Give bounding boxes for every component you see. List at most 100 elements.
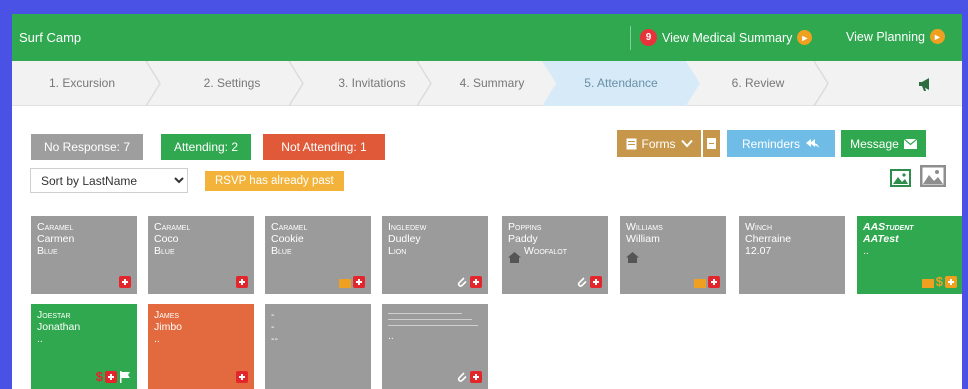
image-icon[interactable] bbox=[920, 165, 946, 187]
envelope-icon bbox=[694, 279, 706, 288]
envelope-icon bbox=[339, 279, 351, 288]
paperclip-icon bbox=[457, 372, 467, 382]
card-group: Woofalot bbox=[524, 245, 567, 257]
megaphone-icon[interactable] bbox=[916, 74, 936, 94]
card-last-name: Joestar bbox=[37, 309, 71, 321]
card-note: .. bbox=[388, 330, 394, 342]
student-card-not-attending[interactable]: James Jimbo .. bbox=[148, 304, 254, 389]
home-icon bbox=[508, 252, 521, 263]
card-last-name: Caramel bbox=[271, 221, 308, 233]
view-planning-link[interactable]: View Planning ► bbox=[846, 29, 945, 44]
student-card-attending[interactable]: AAStudent AATest .. $ bbox=[857, 216, 962, 294]
medical-kit-icon bbox=[945, 276, 957, 288]
flag-icon bbox=[120, 371, 130, 383]
planning-label: View Planning bbox=[846, 29, 925, 44]
student-card[interactable]: Williams William bbox=[620, 216, 726, 294]
top-header: Surf Camp 9 View Medical Summary ► View … bbox=[12, 14, 962, 61]
step-attendance-active[interactable]: 5. Attendance bbox=[542, 61, 700, 106]
card-first-name: AATest bbox=[863, 233, 899, 245]
card-group: Blue bbox=[154, 245, 175, 257]
student-card[interactable]: .. bbox=[382, 304, 488, 389]
view-medical-summary-link[interactable]: 9 View Medical Summary ► bbox=[640, 29, 813, 46]
card-first-name: Coco bbox=[154, 233, 179, 245]
student-card-attending[interactable]: Joestar Jonathan .. $ bbox=[31, 304, 137, 389]
card-first-name: Carmen bbox=[37, 233, 75, 245]
app-frame: Surf Camp 9 View Medical Summary ► View … bbox=[12, 14, 962, 389]
header-divider bbox=[630, 26, 631, 50]
redacted-line bbox=[388, 319, 472, 320]
card-group: Lion bbox=[388, 245, 407, 257]
medical-summary-label: View Medical Summary bbox=[662, 30, 793, 45]
student-card[interactable]: Caramel Coco Blue bbox=[148, 216, 254, 294]
step-settings[interactable]: 2. Settings bbox=[157, 61, 307, 106]
dollar-icon: $ bbox=[935, 274, 943, 289]
student-card[interactable]: Ingledew Dudley Lion bbox=[382, 216, 488, 294]
chevron-down-icon bbox=[680, 139, 693, 148]
student-card[interactable]: Caramel Carmen Blue bbox=[31, 216, 137, 294]
card-group: Blue bbox=[37, 245, 58, 257]
card-note: .. bbox=[863, 245, 869, 257]
student-card[interactable]: - - -- bbox=[265, 304, 371, 389]
app-title: Surf Camp bbox=[19, 30, 82, 45]
form-icon bbox=[626, 138, 636, 149]
card-last-name: Caramel bbox=[154, 221, 191, 233]
reminders-button[interactable]: Reminders bbox=[727, 130, 835, 157]
card-first-name: Jimbo bbox=[154, 321, 183, 333]
card-first-name: Jonathan bbox=[37, 321, 81, 333]
medical-kit-icon bbox=[590, 276, 602, 288]
medical-kit-icon bbox=[708, 276, 720, 288]
medical-kit-icon bbox=[105, 371, 117, 383]
message-button[interactable]: Message bbox=[841, 130, 926, 157]
sort-select[interactable]: Sort by LastName bbox=[30, 168, 188, 193]
rsvp-past-notice: RSVP has already past bbox=[205, 171, 344, 191]
message-label: Message bbox=[850, 136, 899, 151]
card-last-name: - bbox=[271, 309, 275, 321]
card-first-name: Dudley bbox=[388, 233, 421, 245]
attending-count-button[interactable]: Attending: 2 bbox=[161, 134, 251, 160]
forms-document-button[interactable] bbox=[703, 130, 720, 157]
redacted-line bbox=[388, 313, 462, 314]
paperclip-icon bbox=[577, 277, 587, 287]
arrow-right-icon: ► bbox=[797, 30, 813, 45]
student-card[interactable]: Poppins Paddy Woofalot bbox=[502, 216, 608, 294]
card-first-name: - bbox=[271, 321, 275, 333]
paperclip-icon bbox=[457, 277, 467, 287]
envelope-icon bbox=[921, 279, 934, 288]
card-last-name: Winch bbox=[745, 221, 773, 233]
forms-dropdown-button[interactable]: Forms bbox=[617, 130, 701, 157]
card-last-name: Ingledew bbox=[388, 221, 427, 233]
card-group: Blue bbox=[271, 245, 292, 257]
forms-label: Forms bbox=[641, 136, 676, 151]
document-icon bbox=[707, 138, 716, 149]
step-summary[interactable]: 4. Summary bbox=[422, 61, 562, 106]
card-note: -- bbox=[271, 333, 278, 345]
dollar-icon: $ bbox=[95, 369, 103, 384]
student-card[interactable]: Caramel Cookie Blue bbox=[265, 216, 371, 294]
step-separator bbox=[813, 61, 829, 106]
card-first-name: Paddy bbox=[508, 233, 538, 245]
wizard-steps: 1. Excursion 2. Settings 3. Invitations … bbox=[12, 61, 962, 106]
medical-kit-icon bbox=[236, 371, 248, 383]
reply-all-icon bbox=[806, 139, 820, 148]
step-review[interactable]: 6. Review bbox=[688, 61, 828, 106]
step-excursion[interactable]: 1. Excursion bbox=[12, 61, 152, 106]
card-note: .. bbox=[154, 333, 160, 345]
no-response-count-button[interactable]: No Response: 7 bbox=[31, 134, 143, 160]
card-group: 12.07 bbox=[745, 245, 772, 257]
student-card[interactable]: Winch Cherraine 12.07 bbox=[739, 216, 845, 294]
card-first-name: Cookie bbox=[271, 233, 304, 245]
card-last-name: James bbox=[154, 309, 180, 321]
medical-count-badge: 9 bbox=[640, 29, 657, 46]
card-last-name: Poppins bbox=[508, 221, 542, 233]
not-attending-count-button[interactable]: Not Attending: 1 bbox=[263, 134, 385, 160]
card-last-name: AAStudent bbox=[863, 221, 914, 233]
card-first-name: William bbox=[626, 233, 660, 245]
arrow-right-icon: ► bbox=[930, 29, 945, 44]
card-note: .. bbox=[37, 333, 43, 345]
envelope-icon bbox=[903, 138, 917, 149]
image-icon[interactable] bbox=[890, 169, 911, 187]
medical-kit-icon bbox=[470, 371, 482, 383]
medical-kit-icon bbox=[353, 276, 365, 288]
reminders-label: Reminders bbox=[741, 136, 801, 151]
card-last-name: Williams bbox=[626, 221, 663, 233]
